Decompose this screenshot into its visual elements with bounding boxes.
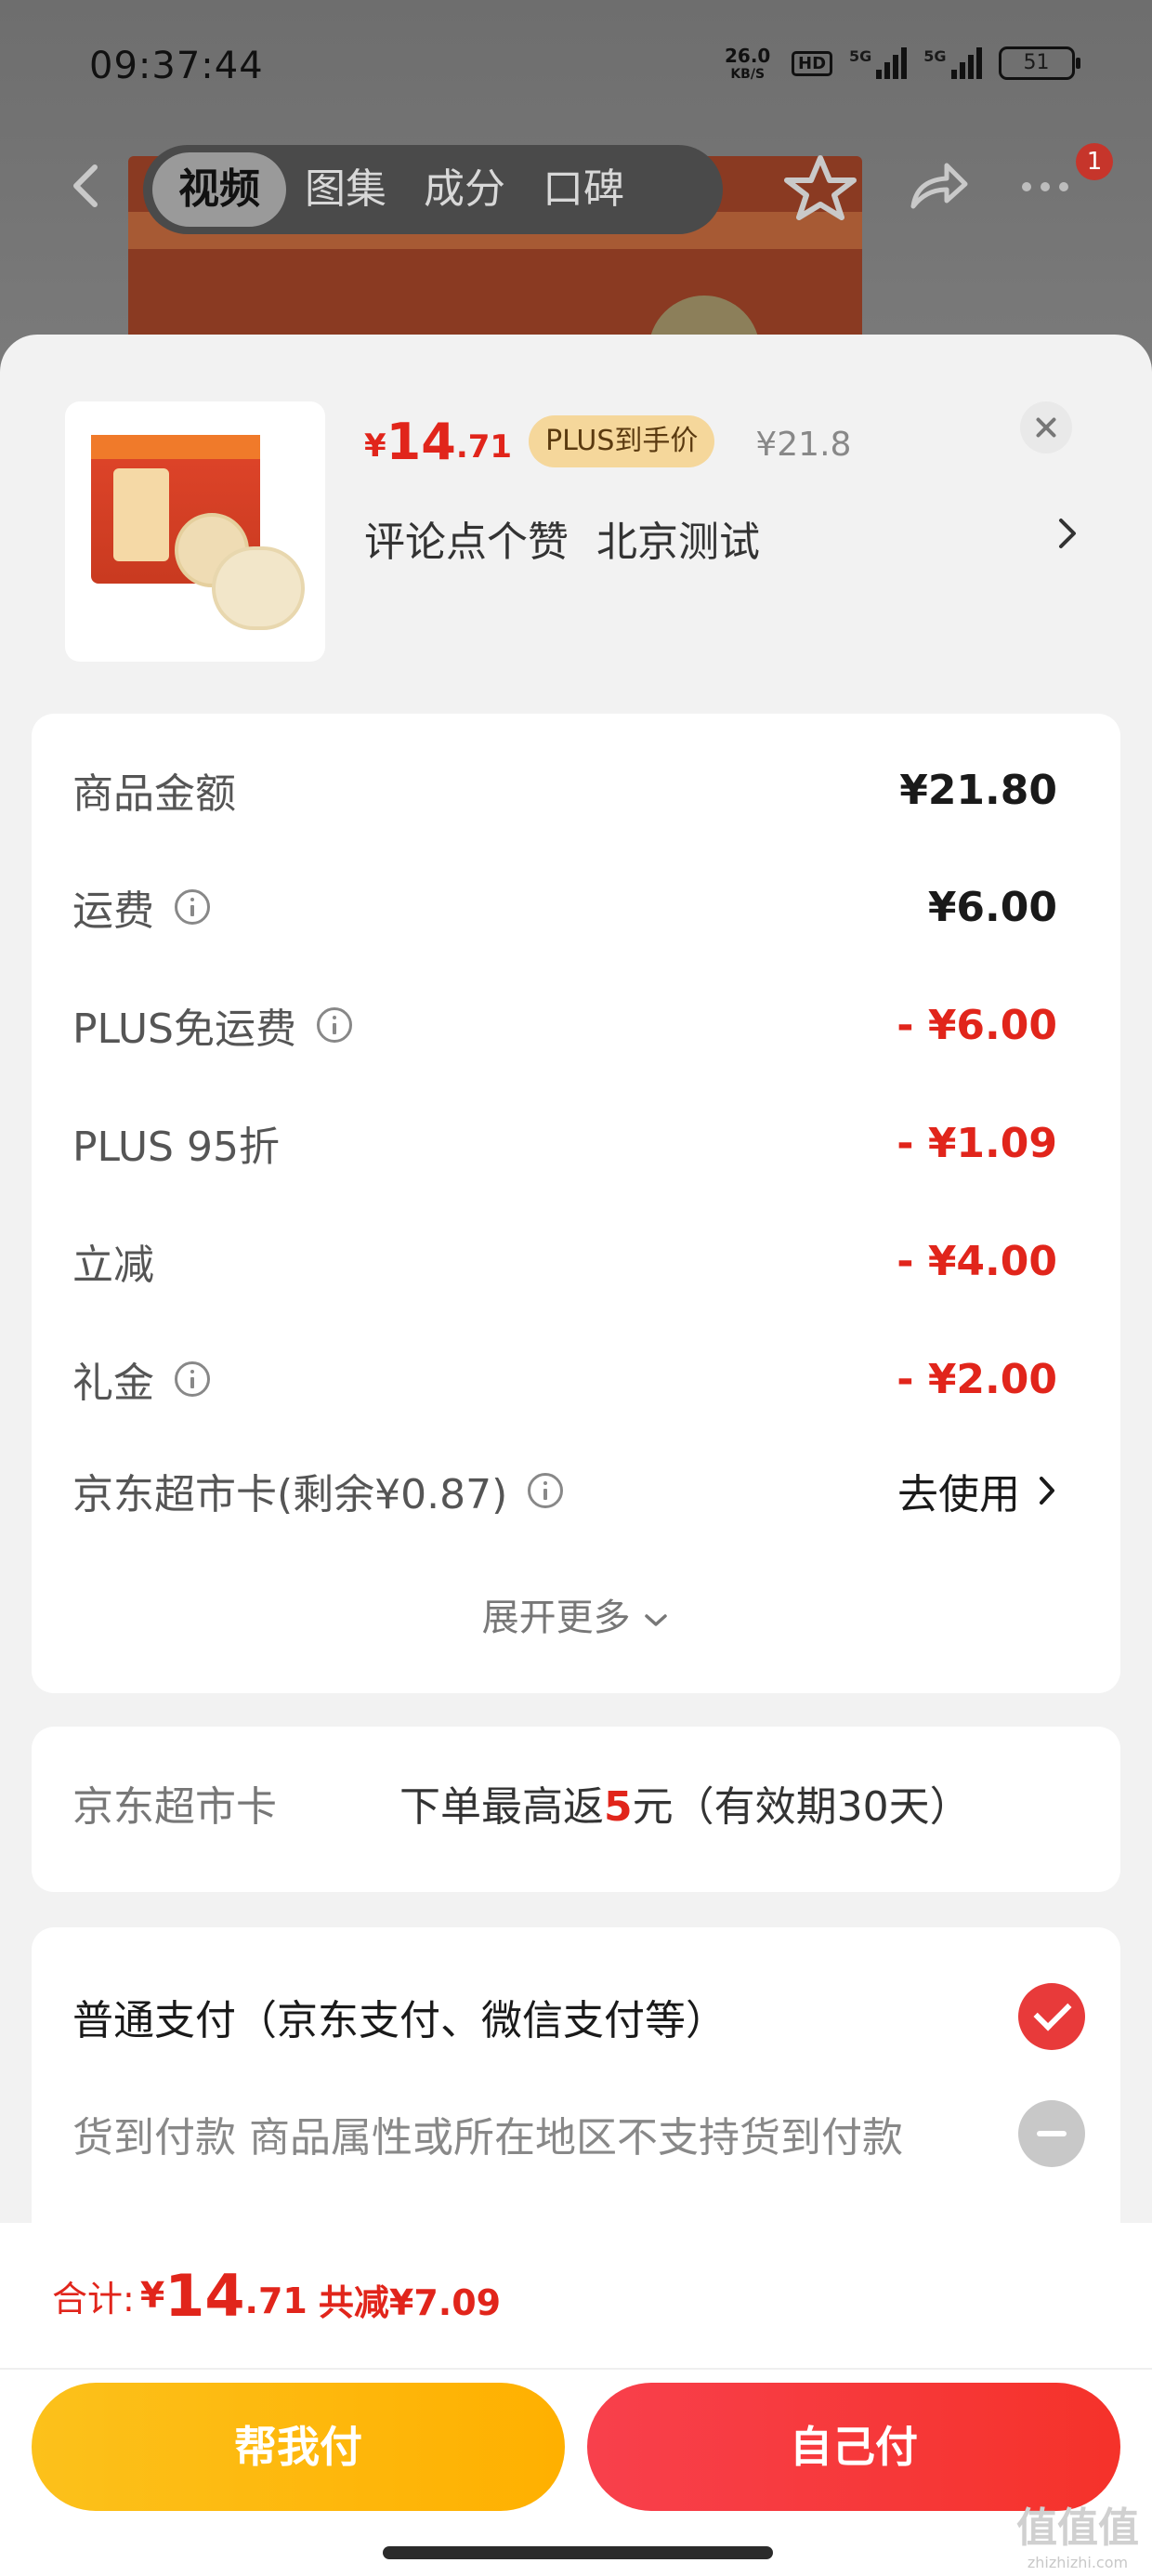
total-currency: ¥ <box>139 2275 165 2316</box>
fee-value: - ¥1.09 <box>897 1119 1057 1167</box>
fee-row-plus-free-shipping: PLUS免运费 - ¥6.00 <box>72 988 1057 1062</box>
back-arrow-icon[interactable] <box>63 158 110 214</box>
total-label: 合计: <box>52 2278 135 2320</box>
cashback-text-before: 下单最高返 <box>399 1783 604 1831</box>
address-part-2: 北京测试 <box>596 519 760 566</box>
network-speed-value: 26.0 <box>725 45 771 67</box>
info-icon[interactable] <box>528 1473 564 1508</box>
payment-option-normal[interactable]: 普通支付（京东支付、微信支付等） <box>72 1979 1085 2054</box>
tab-reviews[interactable]: 口碑 <box>524 152 643 227</box>
checkout-sheet: ¥ 14 .71 PLUS到手价 ¥21.8 评论点个赞 北京测试 商品金额 ¥… <box>0 335 1152 2576</box>
card-cashback-label: 京东超市卡 <box>72 1783 277 1831</box>
checkmark-selected-icon[interactable] <box>1018 1983 1085 2050</box>
cashback-text-after: 元（有效期30天） <box>632 1783 971 1831</box>
home-indicator[interactable] <box>383 2546 773 2559</box>
product-page-background: 09:37:44 26.0 KB/S HD 5G 5G 51 视频 图集 成分 … <box>0 0 1152 390</box>
fee-row-shipping: 运费 ¥6.00 <box>72 870 1057 944</box>
divider <box>0 2368 1152 2370</box>
info-icon[interactable] <box>175 1361 210 1397</box>
checkout-bottom-bar: 合计: ¥ 14 .71 共减¥7.09 帮我付 自己付 值值值 zhizhiz… <box>0 2223 1152 2576</box>
fee-row-gift-money: 礼金 - ¥2.00 <box>72 1342 1057 1416</box>
product-thumbnail <box>65 401 325 662</box>
fee-row-goods-amount: 商品金额 ¥21.80 <box>72 753 1057 827</box>
watermark-site: zhizhizhi.com <box>1027 2554 1129 2571</box>
chevron-right-icon <box>1040 1477 1054 1505</box>
watermark-logo: 值值值 zhizhizhi.com <box>1013 2494 1143 2571</box>
price-integer: 14 <box>386 412 456 471</box>
fee-label: 运费 <box>72 887 154 935</box>
fee-label: 礼金 <box>72 1360 154 1407</box>
product-nav-bar: 视频 图集 成分 口碑 1 <box>0 139 1152 234</box>
fee-row-plus-discount: PLUS 95折 - ¥1.09 <box>72 1106 1057 1180</box>
card-cashback-text: 下单最高返5元（有效期30天） <box>399 1773 971 1833</box>
fee-label: PLUS 95折 <box>72 1124 280 1171</box>
address-part-1: 评论点个赞 <box>364 519 569 566</box>
use-card-link[interactable]: 去使用 <box>897 1461 1057 1520</box>
pay-myself-button[interactable]: 自己付 <box>587 2383 1120 2511</box>
use-card-label: 去使用 <box>897 1471 1020 1518</box>
share-icon[interactable] <box>906 158 971 214</box>
battery-icon: 51 <box>998 46 1080 80</box>
plus-price-tag: PLUS到手价 <box>529 415 715 467</box>
disabled-option-icon <box>1018 2100 1085 2167</box>
signal-5g-secondary-icon: 5G <box>923 47 982 79</box>
total-savings: 共减¥7.09 <box>318 2281 502 2323</box>
total-decimal: .71 <box>244 2280 308 2321</box>
signal-5g-icon: 5G <box>849 47 908 79</box>
info-icon[interactable] <box>175 889 210 925</box>
fee-value: - ¥4.00 <box>897 1237 1057 1285</box>
price-decimal: .71 <box>455 428 513 466</box>
close-button[interactable] <box>1020 401 1072 453</box>
fee-value: - ¥2.00 <box>897 1355 1057 1403</box>
fee-value: ¥21.80 <box>899 766 1057 814</box>
network-speed-unit: KB/S <box>730 67 766 82</box>
chevron-down-icon <box>645 1614 668 1626</box>
original-price: ¥21.8 <box>755 425 852 464</box>
help-me-pay-button[interactable]: 帮我付 <box>32 2383 565 2511</box>
more-options-icon[interactable] <box>1022 182 1068 191</box>
card-cashback-info: 京东超市卡 下单最高返5元（有效期30天） <box>32 1727 1120 1892</box>
fee-row-supermarket-card: 京东超市卡(剩余¥0.87) 去使用 <box>72 1453 1057 1528</box>
favorite-star-icon[interactable] <box>783 152 857 223</box>
fee-value: ¥6.00 <box>927 883 1057 931</box>
payment-option-label: 普通支付（京东支付、微信支付等） <box>72 1997 727 2044</box>
payment-option-cod: 货到付款 商品属性或所在地区不支持货到付款 <box>72 2096 1085 2171</box>
fee-row-instant-reduction: 立减 - ¥4.00 <box>72 1224 1057 1298</box>
info-icon[interactable] <box>317 1007 352 1043</box>
watermark-mark: 值值值 <box>1016 2504 1139 2552</box>
total-integer: 14 <box>164 2261 245 2330</box>
status-bar: 09:37:44 26.0 KB/S HD 5G 5G 51 <box>0 0 1152 130</box>
fee-label: 京东超市卡(剩余¥0.87) <box>72 1471 508 1518</box>
expand-more-label: 展开更多 <box>481 1597 631 1639</box>
payment-option-label: 货到付款 商品属性或所在地区不支持货到付款 <box>72 2114 903 2162</box>
cashback-amount: 5 <box>604 1783 633 1831</box>
tab-video[interactable]: 视频 <box>152 152 286 227</box>
status-time: 09:37:44 <box>89 45 264 87</box>
hd-icon: HD <box>792 50 833 76</box>
fee-label: 商品金额 <box>72 770 236 818</box>
fee-value: - ¥6.00 <box>897 1001 1057 1049</box>
product-summary: ¥ 14 .71 PLUS到手价 ¥21.8 评论点个赞 北京测试 <box>0 335 1152 706</box>
chevron-right-icon[interactable] <box>1055 513 1080 554</box>
media-tabs: 视频 图集 成分 口碑 <box>143 145 723 234</box>
tab-ingredients[interactable]: 成分 <box>405 152 524 227</box>
fee-label: 立减 <box>72 1242 154 1289</box>
price-currency: ¥ <box>364 427 386 465</box>
expand-more-button[interactable]: 展开更多 <box>32 1587 1120 1641</box>
fee-label: PLUS免运费 <box>72 1005 296 1053</box>
order-total: 合计: ¥ 14 .71 共减¥7.09 <box>52 2258 501 2333</box>
network-speed: 26.0 KB/S <box>725 46 770 84</box>
price-breakdown-card: 商品金额 ¥21.80 运费 ¥6.00 PLUS免运费 - ¥6.00 PLU… <box>32 714 1120 1693</box>
notification-badge: 1 <box>1076 143 1113 180</box>
delivery-address[interactable]: 评论点个赞 北京测试 <box>364 506 1089 571</box>
price-line: ¥ 14 .71 PLUS到手价 ¥21.8 <box>364 409 851 474</box>
tab-gallery[interactable]: 图集 <box>286 152 405 227</box>
